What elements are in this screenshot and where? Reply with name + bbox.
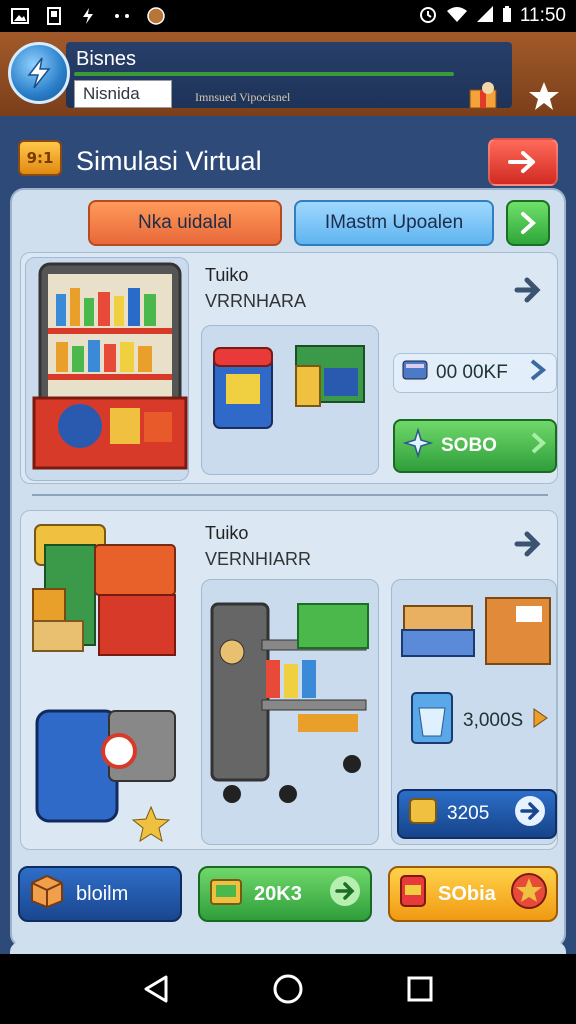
clock: 11:50 [519, 5, 566, 26]
cash-box-icon [208, 874, 244, 914]
checkout-equipment-icon [32, 524, 176, 843]
tab-forward-button[interactable] [506, 200, 550, 246]
bottom-middle-label: 20K3 [254, 882, 302, 905]
section-1-action-button[interactable]: SOBO [393, 419, 557, 473]
arrow-circle-icon [513, 794, 547, 834]
game-notification-icon [146, 7, 166, 25]
calculator-icon [402, 359, 428, 387]
price-value: 3,000S [463, 710, 524, 731]
price-row: 3,000S [401, 692, 557, 744]
system-nav-bar [0, 954, 576, 1024]
tab-orange[interactable]: Nka uidalal [88, 200, 282, 246]
progress-bar [74, 72, 454, 76]
alarm-icon [418, 4, 438, 28]
section-1-subtitle: VRRNHARA [205, 291, 307, 311]
section-1-expand-icon[interactable] [513, 275, 543, 305]
price-chevron-icon[interactable] [531, 706, 551, 736]
bottom-button-middle[interactable]: 20K3 [198, 866, 372, 922]
bottom-button-left[interactable]: bloilm [18, 866, 182, 922]
game-header: Bisnes Nisnida Imnsued Vipocisnel [0, 32, 576, 116]
back-icon[interactable] [136, 969, 176, 1009]
battery-icon [502, 5, 512, 27]
player-name-field[interactable]: Nisnida [74, 80, 172, 108]
action-chevron-icon [529, 431, 547, 461]
shopping-cart-icon [210, 602, 369, 803]
bolt-icon [78, 7, 98, 25]
main-area: 9:1 Simulasi Virtual Nka uidalal IMastm … [0, 116, 576, 962]
bucket-icon [409, 690, 455, 752]
section-2-action-button[interactable]: 3205 [397, 789, 557, 839]
title-bar: 9:1 Simulasi Virtual [12, 126, 564, 186]
recents-icon[interactable] [400, 969, 440, 1009]
coin-icon [407, 796, 439, 832]
header-subtitle: Imnsued Vipocisnel [195, 90, 291, 104]
brand-label: Bisnes [76, 48, 137, 70]
sim-icon [44, 7, 64, 25]
home-icon[interactable] [268, 969, 308, 1009]
arrow-right-circle-icon [328, 874, 362, 914]
section-2-subtitle: VERNHIARR [205, 549, 312, 569]
bottom-left-label: bloilm [76, 882, 129, 905]
page-title: Simulasi Virtual [76, 146, 262, 176]
section-1-action-label: SOBO [441, 435, 497, 456]
products-box[interactable] [201, 325, 379, 475]
section-2-title: Tuiko [205, 523, 249, 543]
star-badge-icon [510, 872, 548, 916]
status-bar: 11:50 [0, 0, 576, 32]
bottom-right-label: SObia [438, 882, 496, 905]
level-badge-icon: 9:1 [18, 140, 62, 176]
section-divider [32, 494, 548, 496]
cargo-boxes-icon [401, 597, 551, 665]
gift-icon[interactable] [466, 80, 502, 112]
gallery-icon [10, 7, 30, 25]
counter-value: 00 00KF [436, 362, 508, 383]
product-can-icon [398, 873, 428, 915]
signal-icon [476, 5, 494, 27]
sparkle-icon [402, 427, 434, 464]
counter-chevron-icon[interactable] [528, 358, 548, 388]
grocery-shelf-icon [32, 262, 188, 470]
section-2-expand-icon[interactable] [513, 529, 543, 559]
shop-card: Nka uidalal IMastm Upoalen Tuiko VRRNHAR… [10, 188, 566, 948]
product-boxes-icon [213, 345, 365, 429]
tab-blue[interactable]: IMastm Upoalen [294, 200, 494, 246]
section-2-action-label: 3205 [447, 803, 490, 824]
bolt-logo-icon[interactable] [8, 42, 70, 104]
next-arrow-button[interactable] [488, 138, 558, 186]
equipment-illustration[interactable] [25, 515, 189, 847]
bottom-button-right[interactable]: SObia [388, 866, 558, 922]
favorite-star-icon[interactable] [524, 76, 564, 116]
store-section-2: Tuiko VERNHIARR 3,000S 3205 [20, 510, 558, 850]
store-section-1: Tuiko VRRNHARA 00 00KF SOBO [20, 252, 558, 484]
section-1-counter: 00 00KF [393, 353, 557, 393]
box-icon [28, 873, 66, 915]
more-dots-icon [112, 7, 132, 25]
shelf-illustration-box[interactable] [25, 257, 189, 481]
wifi-icon [446, 5, 468, 27]
cart-box[interactable] [201, 579, 379, 845]
section-1-title: Tuiko [205, 265, 249, 285]
